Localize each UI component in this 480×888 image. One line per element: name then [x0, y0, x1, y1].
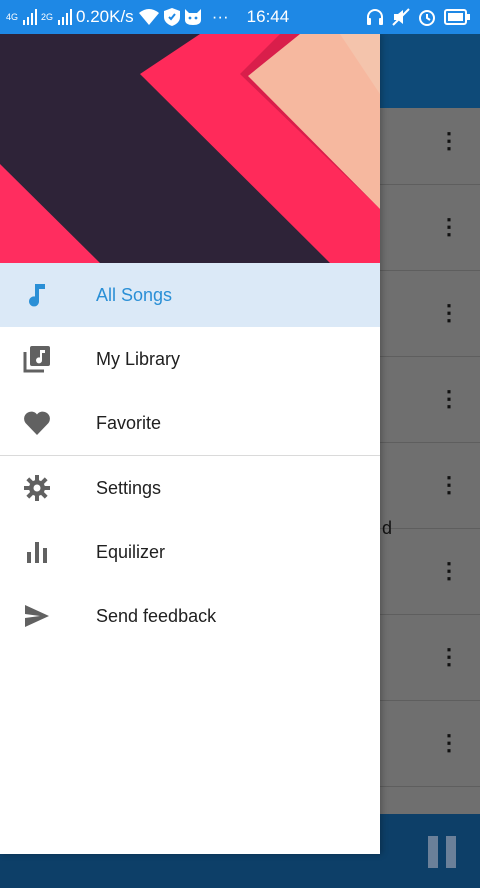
- list-item[interactable]: ⋮: [380, 700, 480, 787]
- menu-item-label: Favorite: [96, 412, 162, 433]
- menu-item-settings[interactable]: Settings: [0, 456, 380, 520]
- more-vert-icon[interactable]: ⋮: [438, 130, 460, 152]
- more-vert-icon[interactable]: ⋮: [438, 732, 460, 754]
- more-vert-icon[interactable]: ⋮: [438, 302, 460, 324]
- music-note-icon: [23, 281, 51, 309]
- menu-item-favorite[interactable]: Favorite: [0, 391, 380, 455]
- menu-item-label: All Songs: [96, 284, 173, 305]
- send-icon: [23, 602, 51, 630]
- more-vert-icon[interactable]: ⋮: [438, 388, 460, 410]
- list-item[interactable]: ⋮: [380, 614, 480, 701]
- library-music-icon: [23, 345, 51, 373]
- cat-icon: [184, 9, 201, 25]
- song-title-fragment: d: [382, 518, 393, 538]
- header-background-art: [0, 34, 380, 263]
- list-item[interactable]: ⋮: [380, 528, 480, 615]
- status-bar: 4G 2G 0.20K/s ··· 16:44: [0, 0, 480, 34]
- menu-item-label: Settings: [96, 477, 162, 498]
- more-vert-icon[interactable]: ⋮: [438, 216, 460, 238]
- headset-icon: [367, 9, 383, 25]
- menu-item-label: My Library: [96, 348, 181, 369]
- list-item[interactable]: ⋮: [380, 98, 480, 185]
- navigation-drawer: All Songs My Library Favorite Settings E…: [0, 34, 380, 854]
- drawer-menu: All Songs My Library Favorite Settings E…: [0, 263, 380, 648]
- equalizer-icon: [23, 538, 51, 566]
- signal-2g-label: 2G: [41, 11, 54, 22]
- battery-icon: [444, 9, 470, 25]
- list-item[interactable]: ⋮: [380, 442, 480, 529]
- signal-4g-label: 4G: [6, 11, 19, 22]
- wifi-icon: [138, 9, 159, 25]
- more-vert-icon[interactable]: ⋮: [438, 474, 460, 496]
- pause-icon[interactable]: [428, 836, 458, 868]
- network-speed: 0.20K/s: [76, 7, 134, 26]
- shield-icon: [163, 8, 180, 26]
- menu-item-all-songs[interactable]: All Songs: [0, 263, 380, 327]
- signal-bars-icon: [58, 9, 73, 25]
- list-item[interactable]: ⋮: [380, 356, 480, 443]
- gear-icon: [23, 474, 51, 502]
- clock: 16:44: [246, 7, 290, 26]
- more-notifications-dots: ···: [211, 7, 229, 26]
- menu-item-label: Equilizer: [96, 541, 166, 562]
- list-item[interactable]: ⋮: [380, 184, 480, 271]
- signal-bars-icon: [23, 9, 38, 25]
- more-vert-icon[interactable]: ⋮: [438, 646, 460, 668]
- alarm-icon: [419, 10, 435, 26]
- menu-item-my-library[interactable]: My Library: [0, 327, 380, 391]
- menu-item-label: Send feedback: [96, 605, 217, 626]
- menu-item-send-feedback[interactable]: Send feedback: [0, 584, 380, 648]
- list-item[interactable]: ⋮: [380, 270, 480, 357]
- silent-icon: [392, 8, 410, 26]
- heart-icon: [23, 409, 51, 437]
- drawer-header-artwork: [0, 34, 380, 263]
- more-vert-icon[interactable]: ⋮: [438, 560, 460, 582]
- menu-item-equalizer[interactable]: Equilizer: [0, 520, 380, 584]
